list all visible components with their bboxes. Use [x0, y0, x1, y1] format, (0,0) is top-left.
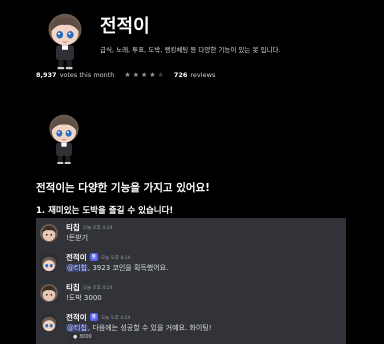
chat-message: 티칩 오늘 오후 4:14 !돈받기 [40, 222, 340, 252]
chat-message: 전적이 봇 오늘 오후 4:14 @티칩, 다음에는 성공할 수 있을 거예요. 화… [40, 312, 340, 342]
reviews-label: reviews [190, 71, 216, 79]
character-image [44, 106, 84, 170]
chat-screenshot: 티칩 오늘 오후 4:14 !돈받기 전적이 봇 오늘 오후 4:14 @티칩, 39… [36, 218, 346, 344]
message-author: 티칩 [66, 223, 80, 232]
message-text: , 다음에는 성공할 수 있을 거예요. 화이팅! [87, 324, 212, 332]
reaction-count: 3000 [78, 334, 92, 340]
message-time: 오늘 오후 4:14 [82, 226, 113, 231]
message-text: , 3923 코인을 획득했어요. [87, 264, 169, 272]
bot-avatar-small [40, 254, 58, 272]
message-author: 티칩 [66, 283, 80, 292]
chat-message: 전적이 봇 오늘 오후 4:14 @티칩, 3923 코인을 획득했어요. [40, 252, 340, 282]
bot-badge: 봇 [89, 253, 98, 261]
chat-message: 티칩 오늘 오후 4:14 !도박 3000 [40, 282, 340, 312]
user-avatar [40, 284, 58, 302]
content-headline: 전적이는 다양한 기능을 가지고 있어요! [36, 182, 210, 194]
bot-stats: 8,937 votes this month ★★★★★ 726 reviews [36, 71, 215, 79]
star-icon: ★ [149, 71, 158, 79]
user-avatar [40, 224, 58, 242]
message-time: 오늘 오후 4:14 [82, 286, 113, 291]
message-text: !돈받기 [66, 234, 89, 242]
mention[interactable]: @티칩 [66, 324, 88, 332]
bot-header: 전적이 급식, 노래, 투표, 도박, 랭킹체팅 등 다양한 기능이 있는 봇 … [36, 10, 376, 76]
rating-stars[interactable]: ★★★★★ [124, 71, 165, 79]
bot-badge: 봇 [89, 313, 98, 321]
star-icon: ★ [157, 71, 166, 79]
star-icon: ★ [132, 71, 141, 79]
votes-label: votes this month [59, 71, 115, 79]
bot-avatar [36, 10, 94, 70]
bot-name: 전적이 [100, 16, 150, 37]
reaction-chip[interactable]: ● 3000 [70, 334, 95, 340]
bot-avatar-small [40, 314, 58, 332]
star-icon: ★ [124, 71, 133, 79]
message-author: 전적이 [66, 313, 87, 322]
message-author: 전적이 [66, 253, 87, 262]
message-time: 오늘 오후 4:14 [100, 316, 131, 321]
reviews-count: 726 [173, 71, 188, 79]
mention[interactable]: @티칩 [66, 264, 88, 272]
votes-count: 8,937 [36, 71, 57, 79]
message-time: 오늘 오후 4:14 [100, 256, 131, 261]
section-title: 1. 재미있는 도박을 즐길 수 있습니다! [36, 206, 174, 216]
bot-description: 급식, 노래, 투표, 도박, 랭킹체팅 등 다양한 기능이 있는 봇 입니다. [100, 46, 281, 54]
message-text: !도박 3000 [66, 294, 102, 302]
